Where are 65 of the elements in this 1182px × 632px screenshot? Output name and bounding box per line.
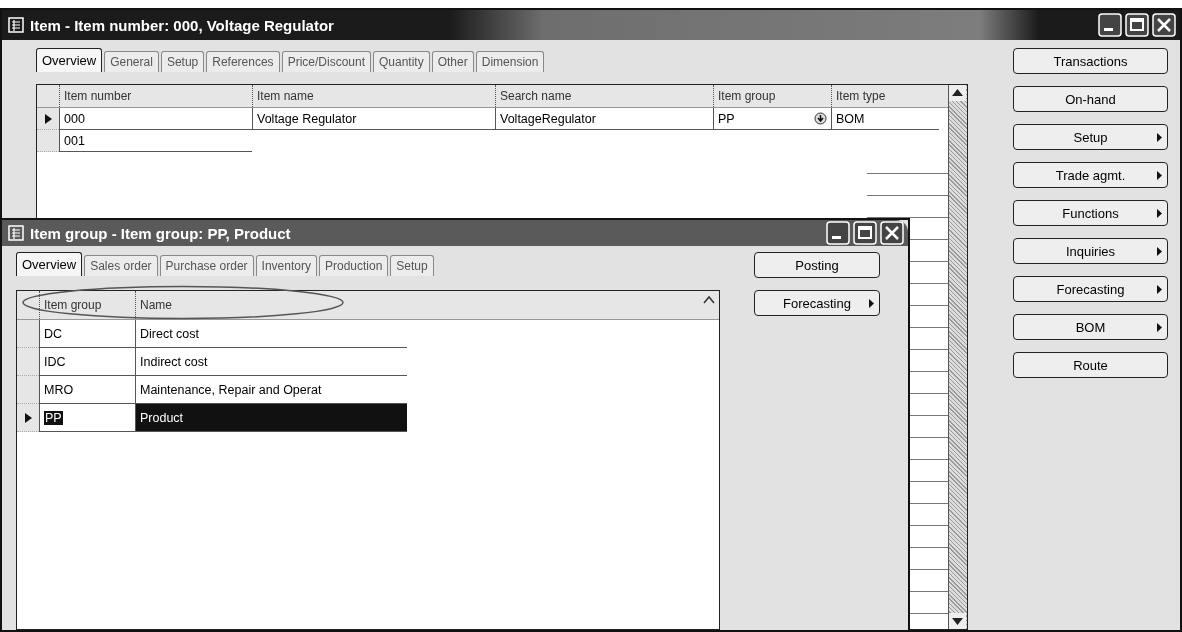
table-cell: Product xyxy=(140,410,184,425)
row-selector[interactable] xyxy=(37,108,59,130)
row-pointer-icon xyxy=(44,113,52,124)
scroll-up-icon[interactable] xyxy=(949,85,966,101)
table-cell: VoltageRegulator xyxy=(500,111,596,126)
window-title: Item - Item number: 000, Voltage Regulator xyxy=(30,16,335,34)
menu-button[interactable]: Inquiries xyxy=(1013,238,1168,264)
tab[interactable]: Overview xyxy=(16,252,83,276)
scrollbar[interactable] xyxy=(948,85,967,629)
tab[interactable]: Price/Discount xyxy=(281,51,371,72)
table-cell: Voltage Regulator xyxy=(257,111,357,126)
table-cell: 001 xyxy=(64,133,85,148)
menu-button[interactable]: Route xyxy=(1013,352,1168,378)
tab[interactable]: Overview xyxy=(36,48,103,72)
scroll-down-icon[interactable] xyxy=(949,613,966,629)
table-cell: BOM xyxy=(836,111,865,126)
column-header[interactable]: Search name xyxy=(495,85,713,107)
menu-button[interactable]: Functions xyxy=(1013,200,1168,226)
close-button[interactable] xyxy=(880,221,904,245)
maximize-button[interactable] xyxy=(853,221,877,245)
menu-button[interactable]: Transactions xyxy=(1013,48,1168,74)
row-selector[interactable] xyxy=(17,404,39,432)
table-cell: MRO xyxy=(44,382,74,397)
column-header[interactable]: Item name xyxy=(252,85,495,107)
table-cell: DC xyxy=(44,326,63,341)
column-header[interactable]: Item number xyxy=(59,85,252,107)
window-icon xyxy=(8,225,24,241)
table-cell: Direct cost xyxy=(140,326,200,341)
tab[interactable]: Dimension xyxy=(475,51,545,72)
column-header[interactable]: Item type xyxy=(831,85,939,107)
table-cell: 000 xyxy=(64,111,85,126)
tab[interactable]: Other xyxy=(431,51,474,72)
minimize-button[interactable] xyxy=(1098,13,1122,37)
table-cell: IDC xyxy=(44,354,66,369)
tab[interactable]: Setup xyxy=(160,51,205,72)
menu-button[interactable]: Trade agmt. xyxy=(1013,162,1168,188)
menu-button[interactable]: BOM xyxy=(1013,314,1168,340)
tab[interactable]: References xyxy=(206,51,280,72)
scroll-up-icon[interactable] xyxy=(703,295,715,305)
tab[interactable]: Production xyxy=(318,255,389,276)
window-title: Item group - Item group: PP, Product xyxy=(30,224,292,242)
menu-button[interactable]: Forecasting xyxy=(754,290,880,316)
tab[interactable]: General xyxy=(104,51,159,72)
table-cell: PP xyxy=(718,111,735,126)
menu-button[interactable]: On-hand xyxy=(1013,86,1168,112)
menu-button[interactable]: Forecasting xyxy=(1013,276,1168,302)
window-icon xyxy=(8,17,24,33)
table-cell: Indirect cost xyxy=(140,354,208,369)
maximize-button[interactable] xyxy=(1125,13,1149,37)
column-header[interactable]: Name xyxy=(135,291,407,319)
table-cell: PP xyxy=(44,410,63,425)
minimize-button[interactable] xyxy=(826,221,850,245)
menu-button[interactable]: Posting xyxy=(754,252,880,278)
tab[interactable]: Purchase order xyxy=(159,255,254,276)
column-header[interactable]: Item group xyxy=(39,291,135,319)
menu-button[interactable]: Setup xyxy=(1013,124,1168,150)
tab[interactable]: Sales order xyxy=(84,255,158,276)
tab[interactable]: Inventory xyxy=(255,255,317,276)
close-button[interactable] xyxy=(1152,13,1176,37)
row-pointer-icon xyxy=(24,412,32,423)
tab[interactable]: Setup xyxy=(390,255,434,276)
table-cell: Maintenance, Repair and Operat xyxy=(140,382,322,397)
column-header[interactable]: Item group xyxy=(713,85,831,107)
tab[interactable]: Quantity xyxy=(373,51,430,72)
lookup-icon[interactable] xyxy=(814,112,827,125)
